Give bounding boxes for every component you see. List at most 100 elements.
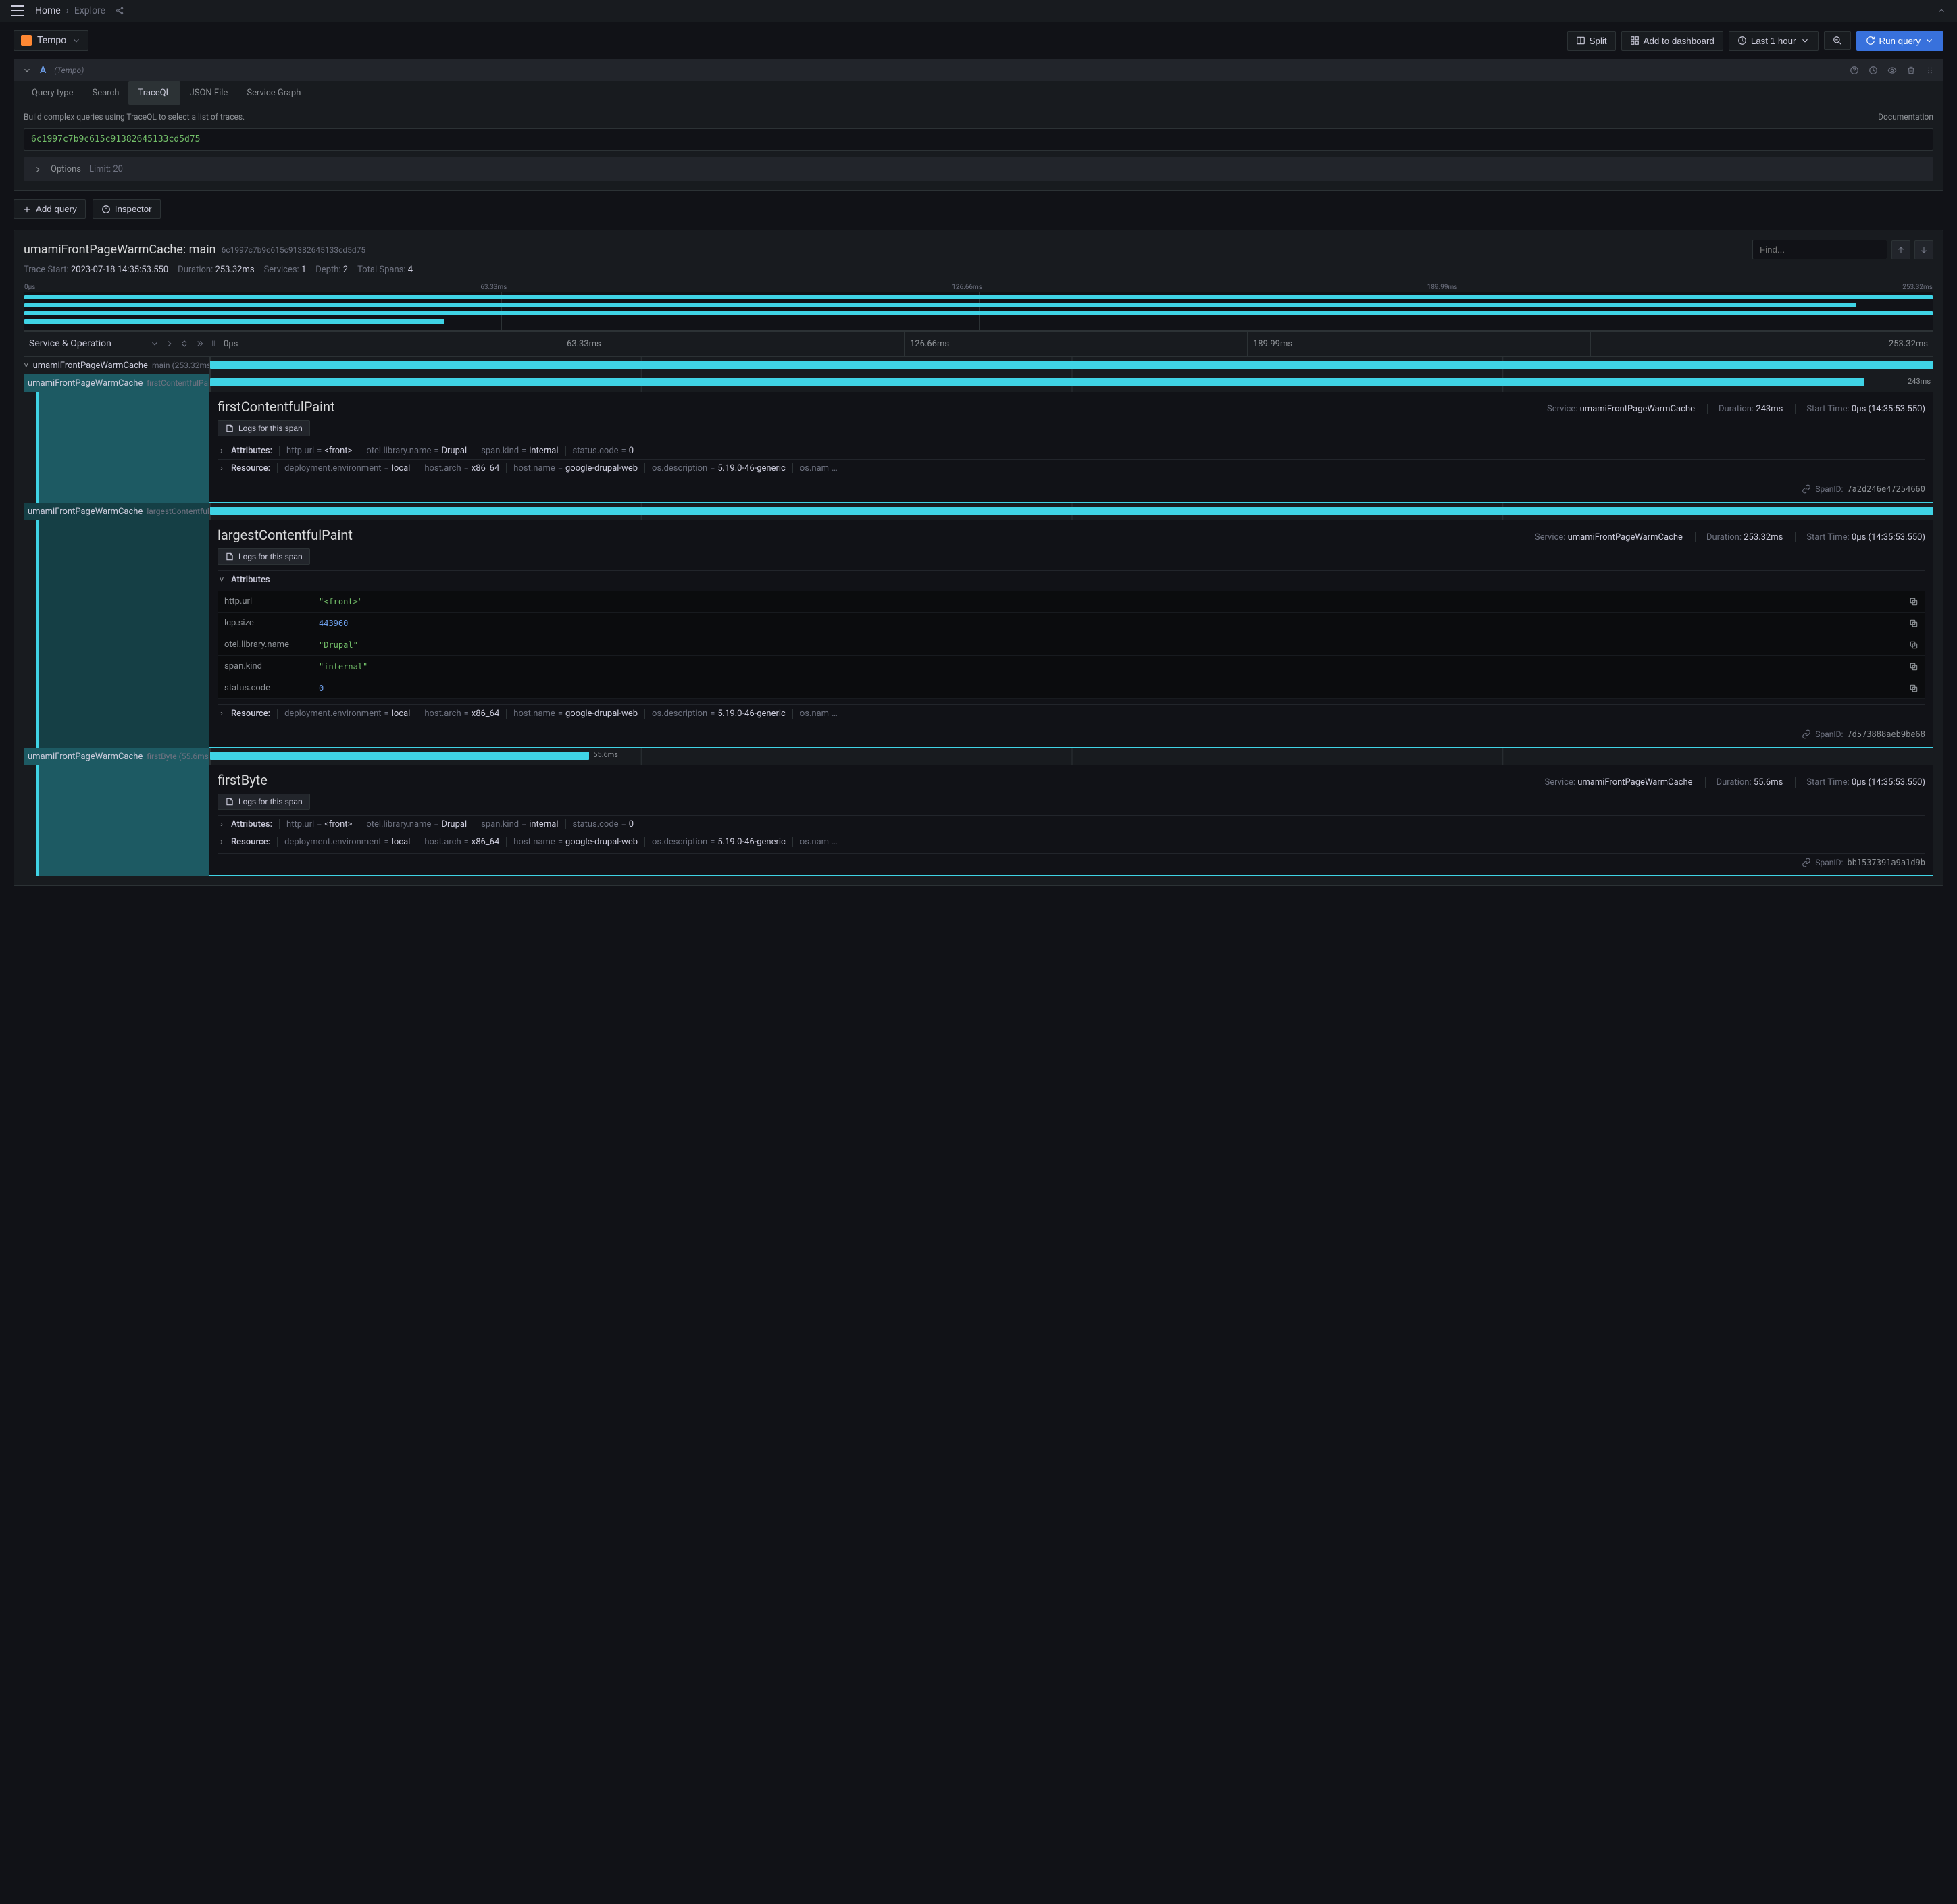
resource-section: Resource: [231,837,270,847]
timeline-tick: 126.66ms [904,332,1247,356]
timeline-tick: 0µs [218,332,561,356]
inspector-button[interactable]: Inspector [93,199,161,219]
expand-resource-icon[interactable]: › [218,709,226,719]
link-icon[interactable] [1802,484,1811,494]
span-row-root[interactable]: ˅ umamiFrontPageWarmCache main (253.32ms… [24,357,1933,374]
tempo-logo-icon [21,35,32,46]
minimap-tick: 189.99ms [1427,284,1458,291]
minimap-tick: 0µs [24,284,35,291]
expand-all-icon[interactable] [195,339,204,349]
column-resize-handle[interactable]: || [209,340,218,348]
link-icon[interactable] [1802,858,1811,867]
query-header: A (Tempo) [14,59,1943,81]
expand-right-icon[interactable] [165,339,174,349]
datasource-name: Tempo [37,35,66,46]
span-row-firstbyte[interactable]: umamiFrontPageWarmCache firstByte (55.6m… [24,748,1933,765]
timerange-label: Last 1 hour [1751,36,1796,46]
run-query-button[interactable]: Run query [1856,31,1944,51]
collapse-icon[interactable] [1937,6,1946,16]
run-label: Run query [1879,36,1921,46]
span-row-lcp[interactable]: umamiFrontPageWarmCache largestContentfu… [24,503,1933,520]
trace-meta: Trace Start: 2023-07-18 14:35:53.550 Dur… [14,265,1943,282]
share-icon[interactable] [115,6,124,16]
tab-jsonfile[interactable]: JSON File [180,81,238,105]
query-ds-hint: (Tempo) [54,66,84,75]
trash-icon[interactable] [1906,66,1916,75]
spanid-label: SpanID: [1815,729,1843,739]
attributes-section: Attributes [231,575,270,585]
breadcrumb-home[interactable]: Home [35,5,61,16]
chevron-down-icon [72,36,81,45]
spanid-label: SpanID: [1815,858,1843,867]
copy-icon[interactable] [1902,634,1925,656]
detail-operation: firstByte [218,772,268,788]
copy-icon[interactable] [1902,656,1925,677]
minimap-tick: 253.32ms [1902,284,1933,291]
breadcrumb: Home › Explore [35,5,105,16]
add-query-label: Add query [36,204,77,214]
copy-icon[interactable] [1902,591,1925,613]
logs-for-span-button[interactable]: Logs for this span [218,794,310,810]
service-operation-header: Service & Operation [29,338,111,349]
find-next-button[interactable] [1914,240,1933,259]
split-button[interactable]: Split [1567,31,1616,51]
expand-one-icon[interactable] [150,339,159,349]
collapse-all-icon[interactable] [180,339,189,349]
detail-operation: largestContentfulPaint [218,527,353,543]
link-icon[interactable] [1802,729,1811,739]
resource-section: Resource: [231,709,270,719]
logs-for-span-button[interactable]: Logs for this span [218,420,310,436]
spanid-value: bb1537391a9a1d9b [1847,858,1925,867]
expand-options-icon[interactable] [33,165,43,174]
tab-servicegraph[interactable]: Service Graph [237,81,310,105]
chevron-down-icon[interactable]: ˅ [24,360,29,371]
history-icon[interactable] [1869,66,1878,75]
find-input[interactable] [1752,240,1887,259]
span-service: umamiFrontPageWarmCache [33,361,148,371]
add-query-button[interactable]: Add query [14,199,86,219]
expand-attributes-icon[interactable]: › [218,446,226,456]
limit-value: Limit: 20 [89,164,123,174]
logs-for-span-button[interactable]: Logs for this span [218,548,310,565]
collapse-query-icon[interactable] [22,66,32,75]
tab-traceql[interactable]: TraceQL [128,81,180,105]
span-operation: firstContentfulPaint [147,378,209,388]
add-to-dashboard-button[interactable]: Add to dashboard [1621,31,1723,51]
chevron-right-icon: › [66,5,69,16]
add-dashboard-label: Add to dashboard [1644,36,1714,46]
timerange-picker[interactable]: Last 1 hour [1729,31,1819,51]
querytype-label: Query type [22,81,83,105]
collapse-attributes-icon[interactable]: ˅ [218,574,226,585]
copy-icon[interactable] [1902,677,1925,699]
timeline-tick: 63.33ms [561,332,904,356]
trace-id: 6c1997c7b9c615c91382645133cd5d75 [222,245,366,255]
help-icon[interactable] [1850,66,1859,75]
documentation-link[interactable]: Documentation [1878,112,1933,122]
resource-section: Resource: [231,463,270,473]
datasource-picker[interactable]: Tempo [14,30,88,51]
drag-handle-icon[interactable] [1925,66,1935,75]
traceql-input[interactable]: 6c1997c7b9c615c91382645133cd5d75 [24,128,1933,151]
spanid-value: 7a2d246e47254660 [1847,484,1925,494]
trace-minimap[interactable]: 0µs 63.33ms 126.66ms 189.99ms 253.32ms [24,282,1933,331]
find-prev-button[interactable] [1891,240,1910,259]
span-duration-label: 55.6ms [593,750,618,759]
timeline-tick: 189.99ms [1247,332,1590,356]
eye-icon[interactable] [1887,66,1897,75]
span-row-fcp[interactable]: umamiFrontPageWarmCache firstContentfulP… [24,374,1933,392]
span-service: umamiFrontPageWarmCache [28,752,143,762]
timeline-tick: 253.32ms [1590,332,1933,356]
expand-resource-icon[interactable]: › [218,463,226,473]
spanid-label: SpanID: [1815,484,1843,494]
span-service: umamiFrontPageWarmCache [28,507,143,517]
expand-attributes-icon[interactable]: › [218,819,226,829]
breadcrumb-explore[interactable]: Explore [74,5,105,16]
span-service: umamiFrontPageWarmCache [28,378,143,388]
zoom-out-button[interactable] [1824,31,1851,50]
menu-icon[interactable] [11,5,24,16]
span-operation: firstByte (55.6ms) [147,752,209,761]
copy-icon[interactable] [1902,613,1925,634]
expand-resource-icon[interactable]: › [218,837,226,847]
tab-search[interactable]: Search [83,81,129,105]
attributes-section: Attributes: [231,446,272,456]
